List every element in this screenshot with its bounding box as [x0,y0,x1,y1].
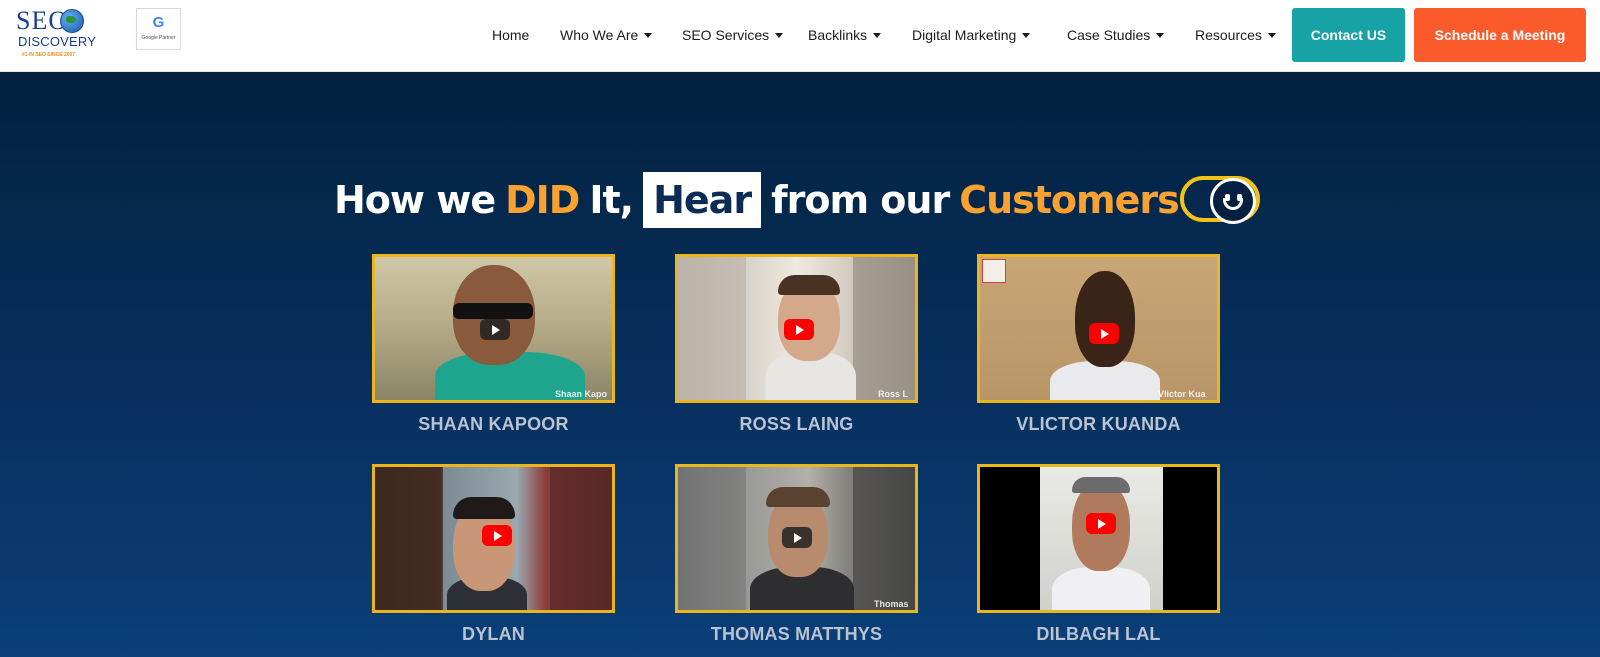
heading-part: It, [589,178,634,222]
nav-case-studies[interactable]: Case Studies [1067,24,1165,46]
google-partner-badge: G Google Partner [136,8,181,50]
nav-resources[interactable]: Resources [1195,24,1276,46]
chevron-down-icon [873,32,882,38]
chevron-down-icon [1267,32,1276,38]
logo-text-discovery: DISCOVERY [18,34,97,49]
chevron-down-icon [644,32,653,38]
heading-highlight: Customers [959,178,1180,222]
video-thumbnail[interactable] [977,464,1220,613]
google-partner-label: Google Partner [141,35,176,41]
video-thumbnail[interactable]: Thomas M [675,464,918,613]
video-thumbnail[interactable] [372,464,615,613]
site-logo[interactable]: SEO DISCOVERY #1 IN SEO SINCE 2007 [16,7,96,61]
nav-label: Backlinks [808,27,868,43]
heading-boxed-word: Hear [643,172,762,228]
video-thumbnail[interactable]: Ross L [675,254,918,403]
customer-name: VLICTOR KUANDA [1016,414,1181,434]
play-icon[interactable] [782,527,812,548]
section-heading: How we DID It, Hear from our Customers [334,172,1180,228]
chevron-down-icon [1156,32,1165,38]
nav-label: SEO Services [682,27,770,43]
site-header: SEO DISCOVERY #1 IN SEO SINCE 2007 G Goo… [0,0,1600,72]
play-icon[interactable] [1089,323,1119,344]
customer-name: DYLAN [462,624,525,644]
play-icon[interactable] [482,525,512,546]
contact-us-button[interactable]: Contact US [1292,8,1405,62]
testimonials-section: How we DID It, Hear from our Customers S… [0,72,1600,657]
video-caption: Shaan Kapo [555,389,608,399]
video-thumbnail[interactable]: Vlictor Kua [977,254,1220,403]
globe-icon [60,9,84,33]
heading-highlight: DID [505,178,580,222]
customer-name: ROSS LAING [739,414,854,434]
nav-label: Digital Marketing [912,27,1017,43]
nav-label: Resources [1195,27,1262,43]
play-icon[interactable] [480,319,510,340]
play-icon[interactable] [1086,513,1116,534]
video-caption: Vlictor Kua [1158,389,1206,399]
nav-backlinks[interactable]: Backlinks [808,24,882,46]
video-thumbnail[interactable]: Shaan Kapo [372,254,615,403]
google-g-icon: G [152,14,165,31]
customer-name: THOMAS MATTHYS [710,624,883,644]
nav-label: Case Studies [1067,27,1151,43]
customer-name: SHAAN KAPOOR [418,414,569,434]
nav-digital-marketing[interactable]: Digital Marketing [912,24,1031,46]
nav-who-we-are[interactable]: Who We Are [560,24,653,46]
play-icon[interactable] [784,319,814,340]
nav-label: Who We Are [560,27,639,43]
schedule-meeting-button[interactable]: Schedule a Meeting [1414,8,1586,62]
smiley-toggle-icon [1180,176,1260,224]
chevron-down-icon [1022,32,1031,38]
customer-name: DILBAGH LAL [1036,624,1161,644]
video-caption: Ross L [878,389,909,399]
nav-home[interactable]: Home [492,24,529,46]
nav-seo-services[interactable]: SEO Services [682,24,784,46]
heading-part: How we [334,178,496,222]
nav-label: Home [492,27,530,43]
chevron-down-icon [775,32,784,38]
logo-tagline: #1 IN SEO SINCE 2007 [22,52,76,58]
video-caption: Thomas M [874,599,909,610]
heading-part: from our [771,178,950,222]
